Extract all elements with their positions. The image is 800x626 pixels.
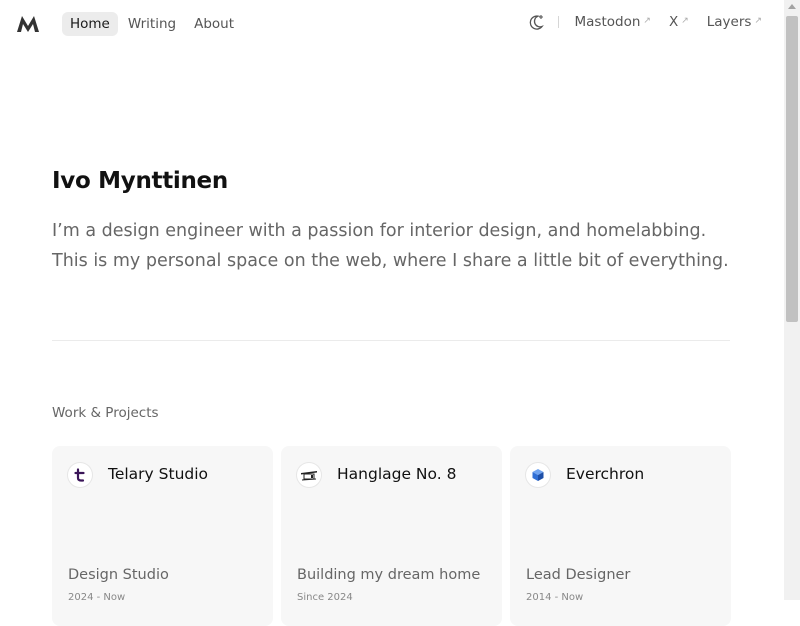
layers-link-label: Layers [706, 14, 752, 30]
nav-writing[interactable]: Writing [120, 12, 184, 36]
project-name: Everchron [566, 465, 645, 483]
project-role: Lead Designer [526, 567, 631, 583]
project-date: Since 2024 [297, 592, 353, 603]
theme-toggle-button[interactable] [526, 12, 546, 32]
project-card-everchron[interactable]: Everchron Lead Designer 2014 - Now [510, 446, 731, 626]
project-card-hanglage[interactable]: Hanglage No. 8 Building my dream home Si… [281, 446, 502, 626]
scroll-up-arrow-icon[interactable] [788, 4, 796, 9]
project-role: Design Studio [68, 567, 169, 583]
hero-bio: I’m a design engineer with a passion for… [52, 221, 729, 271]
moon-sparkle-icon [529, 15, 544, 30]
scrollbar-thumb[interactable] [786, 16, 798, 322]
projects-section-title: Work & Projects [52, 405, 159, 421]
primary-nav: Home Writing About [62, 12, 242, 36]
nav-home[interactable]: Home [62, 12, 118, 36]
project-date: 2014 - Now [526, 592, 584, 603]
project-name: Hanglage No. 8 [337, 465, 457, 483]
project-card-telary[interactable]: Telary Studio Design Studio 2024 - Now [52, 446, 273, 626]
top-navigation: Home Writing About Mastodon ↗ X ↗ Layers… [0, 0, 784, 48]
telary-logo-icon [68, 463, 92, 487]
section-divider [52, 340, 730, 341]
house-icon [297, 463, 321, 487]
nav-about[interactable]: About [186, 12, 242, 36]
site-logo-icon[interactable] [16, 13, 40, 35]
arrow-up-right-icon: ↗ [643, 16, 651, 26]
page-title: Ivo Mynttinen [52, 168, 228, 194]
mastodon-link-label: Mastodon [574, 14, 641, 30]
arrow-up-right-icon: ↗ [754, 16, 762, 26]
x-link[interactable]: X ↗ [669, 14, 689, 30]
project-name: Telary Studio [108, 465, 209, 483]
project-role: Building my dream home [297, 567, 481, 583]
cube-icon [526, 463, 550, 487]
layers-link[interactable]: Layers ↗ [707, 14, 762, 30]
x-link-label: X [668, 14, 679, 30]
nav-right: Mastodon ↗ X ↗ Layers ↗ [526, 12, 762, 32]
mastodon-link[interactable]: Mastodon ↗ [575, 14, 651, 30]
project-date: 2024 - Now [68, 592, 126, 603]
project-cards: Telary Studio Design Studio 2024 - Now H… [52, 446, 731, 626]
nav-separator [557, 16, 559, 28]
vertical-scrollbar[interactable] [784, 0, 800, 600]
arrow-up-right-icon: ↗ [681, 16, 689, 26]
